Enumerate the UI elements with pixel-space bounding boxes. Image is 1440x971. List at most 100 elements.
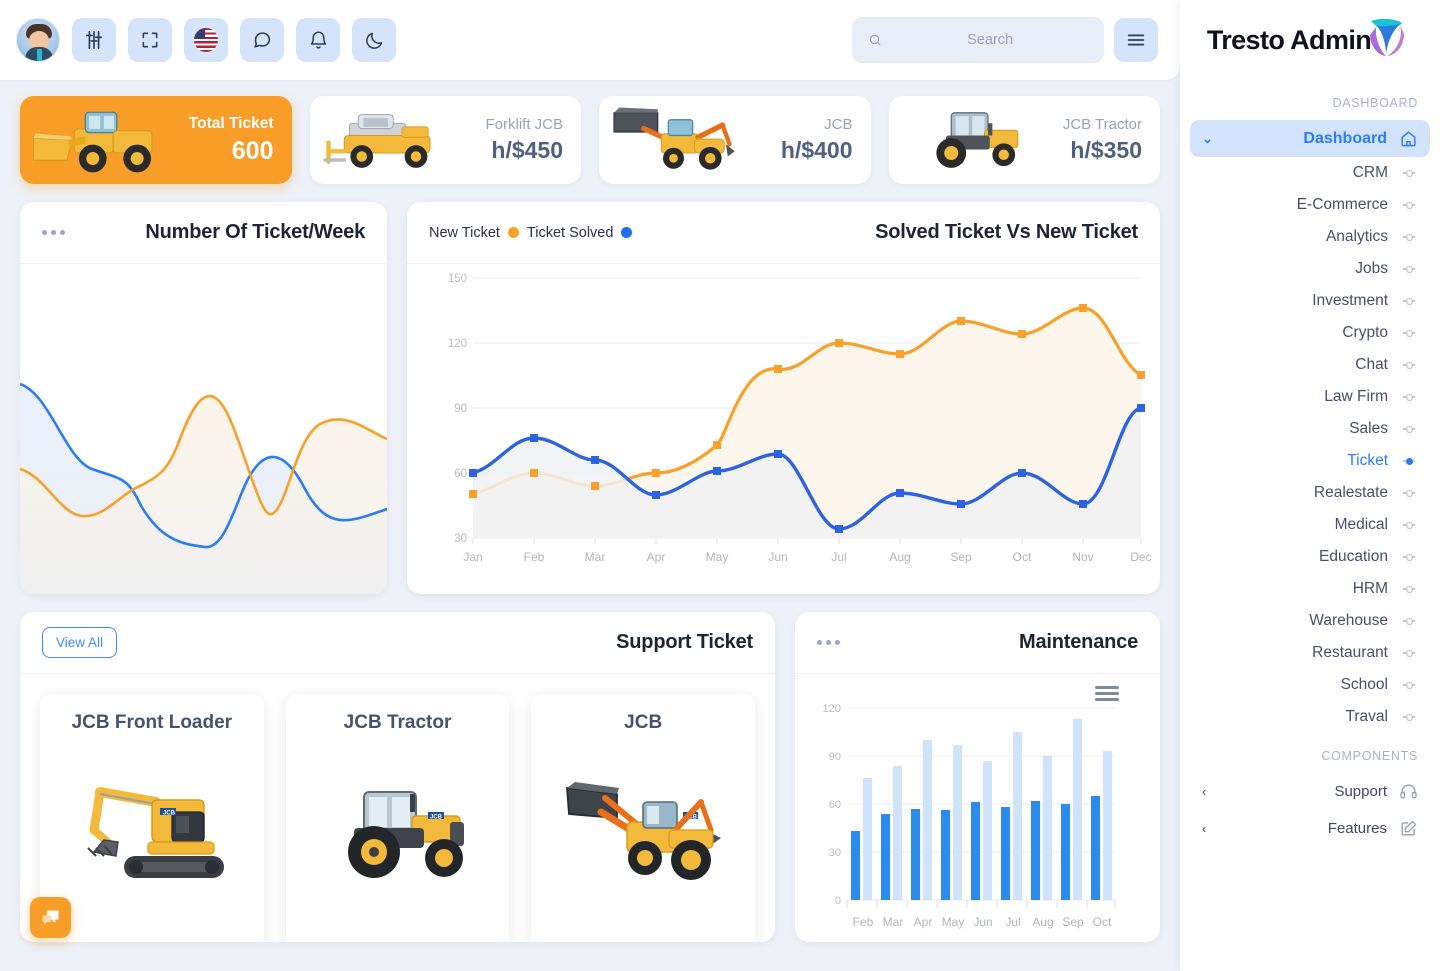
stat-text: Total Ticket 600 xyxy=(189,115,274,166)
sidebar-item-label: Support xyxy=(1334,783,1387,800)
card-title: Solved Ticket Vs New Ticket xyxy=(875,221,1138,243)
sidebar-item-traval[interactable]: Traval xyxy=(1190,701,1430,733)
bullet-icon xyxy=(1402,201,1416,209)
bullet-icon xyxy=(1402,361,1416,369)
stat-label: Forklift JCB xyxy=(485,116,563,134)
sidebar-item-ticket[interactable]: Ticket xyxy=(1190,445,1430,477)
chart-menu-icon xyxy=(1095,686,1119,701)
card-title: Maintenance xyxy=(1019,631,1138,653)
sidebar-item-e-commerce[interactable]: E-Commerce xyxy=(1190,189,1430,221)
chat-fab-button[interactable] xyxy=(30,897,71,938)
sidebar-item-label: Chat xyxy=(1355,356,1388,373)
sidebar-item-sales[interactable]: Sales xyxy=(1190,413,1430,445)
svg-text:Jul: Jul xyxy=(831,550,846,564)
bullet-icon xyxy=(1402,265,1416,273)
bullet-icon xyxy=(1402,329,1416,337)
sidebar-item-education[interactable]: Education xyxy=(1190,541,1430,573)
svg-text:JCB: JCB xyxy=(163,810,176,816)
svg-text:Dec: Dec xyxy=(1130,550,1151,564)
stat-card-forklift-jcb[interactable]: Forklift JCB h/$450 xyxy=(309,96,581,184)
ticket-title: JCB Tractor xyxy=(343,712,452,733)
svg-text:30: 30 xyxy=(829,847,841,859)
sidebar-item-support[interactable]: ‹ Support xyxy=(1190,773,1430,810)
solved-vs-new-chart: 150 120 90 60 30 Jan Feb Mar Apr May Jun Jul… xyxy=(448,273,1152,564)
sidebar-section-dashboard: DASHBOARD xyxy=(1332,96,1418,110)
bullet-icon xyxy=(1402,553,1416,561)
chevron-down-icon: ⌄ xyxy=(1202,130,1213,146)
sidebar-item-jobs[interactable]: Jobs xyxy=(1190,253,1430,285)
avatar[interactable] xyxy=(16,18,60,62)
backhoe-loader-image xyxy=(607,102,755,178)
messages-icon[interactable] xyxy=(240,18,284,62)
sidebar-item-chat[interactable]: Chat xyxy=(1190,349,1430,381)
sidebar-item-features[interactable]: ‹ Features xyxy=(1190,810,1430,847)
legend-label-ticket-solved: Ticket Solved xyxy=(526,224,614,241)
edit-icon xyxy=(1401,820,1417,836)
sidebar-item-law-firm[interactable]: Law Firm xyxy=(1190,381,1430,413)
stat-text: JCB h/$400 xyxy=(781,116,853,164)
fullscreen-icon[interactable] xyxy=(128,18,172,62)
stat-card-jcb[interactable]: JCB h/$400 xyxy=(599,96,871,184)
svg-text:150: 150 xyxy=(448,273,467,285)
sidebar-item-realestate[interactable]: Realestate xyxy=(1190,477,1430,509)
search-input[interactable] xyxy=(892,32,1088,48)
search-area xyxy=(852,17,1164,63)
svg-text:Feb: Feb xyxy=(853,915,874,929)
brand[interactable]: Tresto Admin xyxy=(1180,0,1440,80)
sidebar-item-analytics[interactable]: Analytics xyxy=(1190,221,1430,253)
app-root: Total Ticket 600 xyxy=(0,0,1440,971)
sidebar-item-warehouse[interactable]: Warehouse xyxy=(1190,605,1430,637)
language-flag-icon[interactable] xyxy=(184,18,228,62)
sidebar-item-label: Law Firm xyxy=(1324,388,1388,405)
svg-text:Mar: Mar xyxy=(883,915,904,929)
brand-logo-icon xyxy=(1370,18,1405,56)
svg-text:120: 120 xyxy=(823,703,841,715)
sidebar-item-label: E-Commerce xyxy=(1296,196,1388,213)
sidebar-item-crm[interactable]: CRM xyxy=(1190,157,1430,189)
search-box[interactable] xyxy=(852,17,1104,63)
sidebar-item-restaurant[interactable]: Restaurant xyxy=(1190,637,1430,669)
settings-sliders-icon[interactable] xyxy=(72,18,116,62)
stat-card-jcb-tractor[interactable]: JCB Tractor h/$350 xyxy=(888,96,1160,184)
ticket-card[interactable]: JCB Tractor JCB xyxy=(285,694,510,942)
svg-text:Jun: Jun xyxy=(768,550,787,564)
sidebar-item-medical[interactable]: Medical xyxy=(1190,509,1430,541)
stat-cards: Total Ticket 600 Forklift JCB h/$450 JCB… xyxy=(0,80,1180,184)
more-options-icon[interactable] xyxy=(42,230,65,235)
hamburger-menu-button[interactable] xyxy=(1114,18,1158,62)
legend-label-new-ticket: New Ticket xyxy=(429,224,500,241)
svg-text:90: 90 xyxy=(454,403,467,415)
more-options-icon[interactable] xyxy=(817,640,840,645)
sidebar-item-label: Ticket xyxy=(1347,452,1388,469)
chart-legend: New Ticket Ticket Solved xyxy=(429,224,633,241)
ticket-title: JCB Front Loader xyxy=(71,712,233,733)
sidebar-item-school[interactable]: School xyxy=(1190,669,1430,701)
charts-row: Number Of Ticket/Week New Ticket Ticket … xyxy=(0,184,1180,594)
telehandler-image xyxy=(318,102,466,178)
ticket-card[interactable]: JCB JCB xyxy=(531,694,756,942)
svg-text:60: 60 xyxy=(454,468,467,480)
top-bar xyxy=(0,0,1180,80)
sidebar-item-label: Crypto xyxy=(1342,324,1388,341)
bullet-icon xyxy=(1402,393,1416,401)
stat-card-total-ticket[interactable]: Total Ticket 600 xyxy=(20,96,292,184)
chevron-left-icon: ‹ xyxy=(1202,784,1207,799)
bullet-icon xyxy=(1402,713,1416,721)
dark-mode-moon-icon[interactable] xyxy=(352,18,396,62)
sidebar-item-hrm[interactable]: HRM xyxy=(1190,573,1430,605)
svg-text:Jan: Jan xyxy=(463,550,482,564)
sidebar-item-label: School xyxy=(1340,676,1388,693)
svg-text:Nov: Nov xyxy=(1072,550,1093,564)
notifications-bell-icon[interactable] xyxy=(296,18,340,62)
svg-text:May: May xyxy=(942,915,965,929)
svg-text:60: 60 xyxy=(829,799,841,811)
sidebar-item-investment[interactable]: Investment xyxy=(1190,285,1430,317)
view-all-button[interactable]: View All xyxy=(42,627,118,658)
sidebar-item-dashboard[interactable]: ⌄ Dashboard xyxy=(1190,120,1430,157)
card-header: New Ticket Ticket Solved Solved Ticket V… xyxy=(407,202,1160,264)
maintenance-chart: 12090 60300 Feb Mar Apr May Jun Jul Aug … xyxy=(823,686,1119,929)
sidebar-item-crypto[interactable]: Crypto xyxy=(1190,317,1430,349)
ticket-footer: h/$400 Manual xyxy=(302,934,494,942)
ticket-card[interactable]: JCB Front Loader JCB xyxy=(40,694,264,942)
sidebar-item-label: Medical xyxy=(1334,516,1388,533)
